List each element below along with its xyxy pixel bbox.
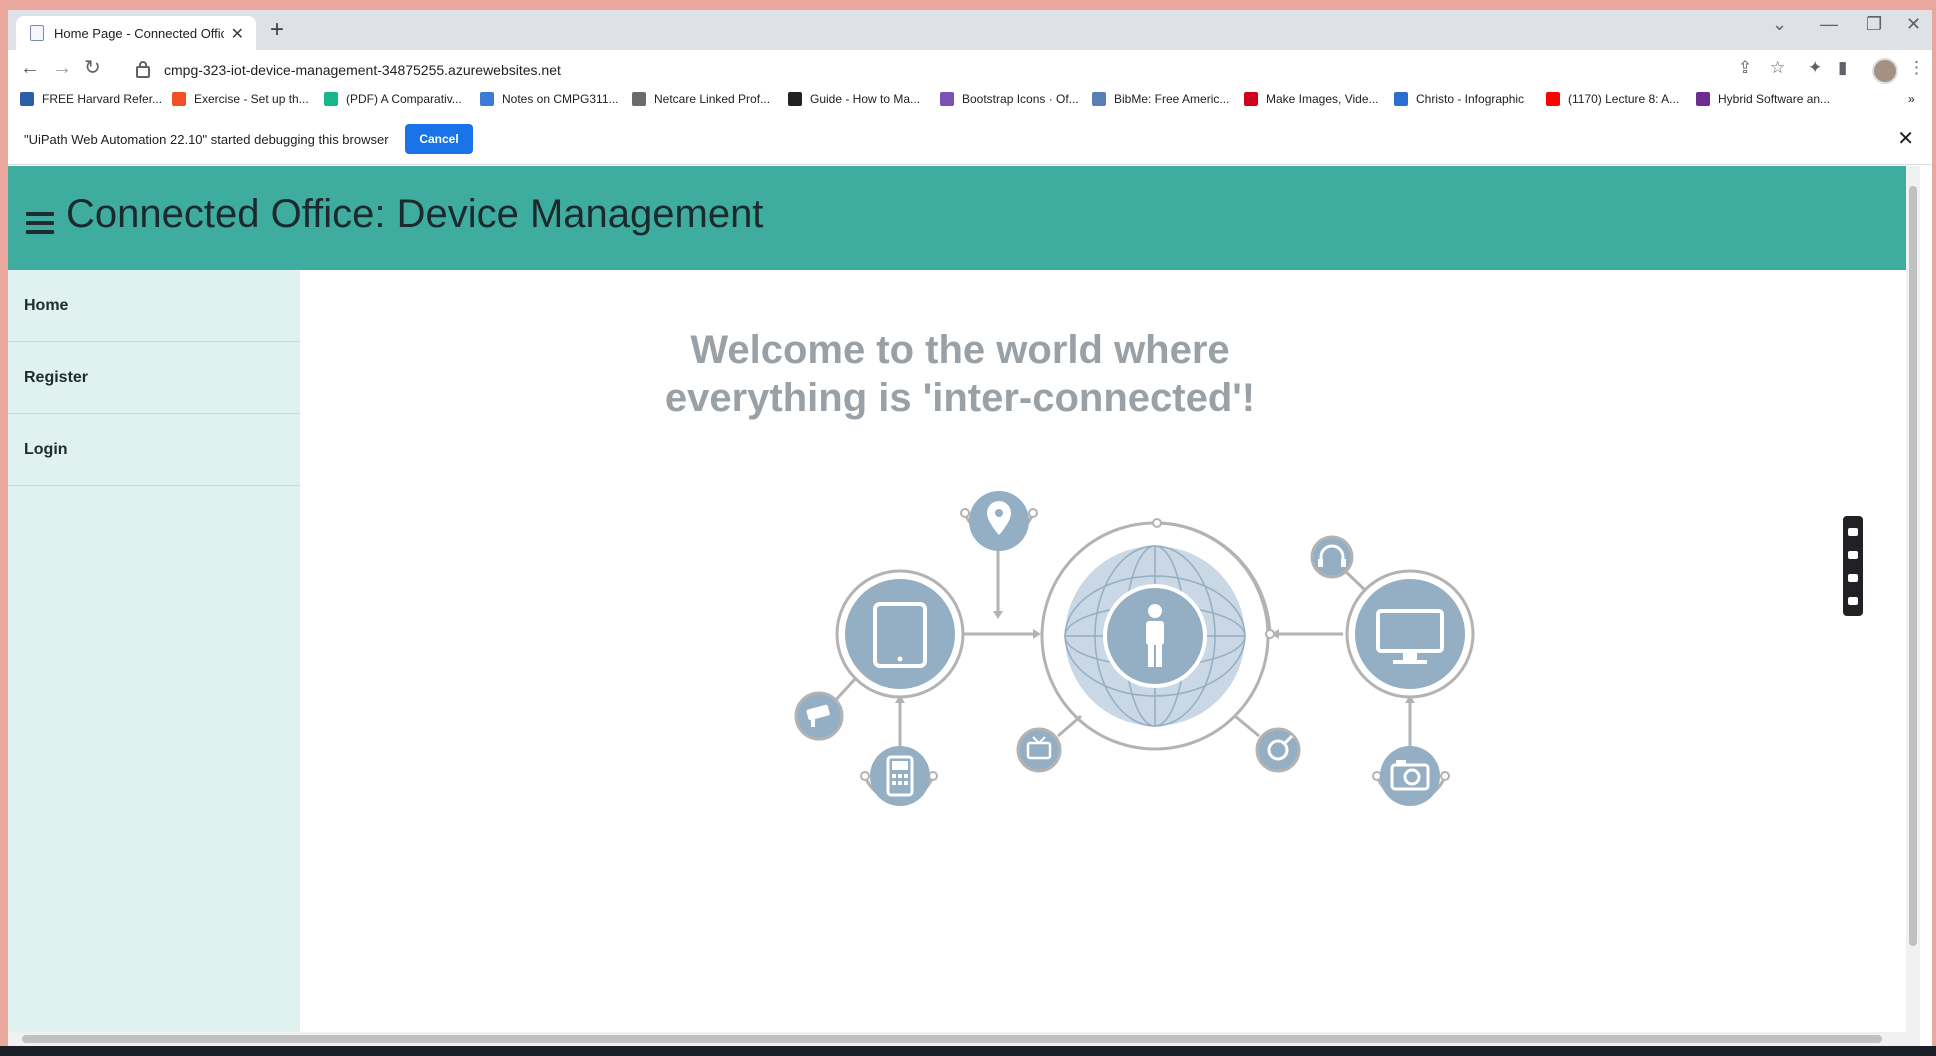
screenshot-icon[interactable] (1848, 527, 1858, 536)
bookmark-favicon-icon (172, 92, 186, 106)
camera-icon (1380, 746, 1440, 806)
bookmark-favicon-icon (1394, 92, 1408, 106)
menu-icon[interactable]: ⋮ (1908, 58, 1925, 78)
sidebar-item-home[interactable]: Home (8, 270, 300, 342)
bookmark-item[interactable]: Bootstrap Icons · Of... (940, 92, 1079, 106)
horizontal-scrollbar[interactable] (8, 1032, 1906, 1046)
tab-strip: Home Page - Connected Office: Device Man… (8, 10, 1932, 50)
bookmark-label: Bootstrap Icons · Of... (962, 92, 1079, 106)
bookmark-favicon-icon (324, 92, 338, 106)
headphones-icon (1310, 535, 1354, 579)
reload-icon[interactable]: ↻ (84, 57, 101, 79)
infobar-message: "UiPath Web Automation 22.10" started de… (24, 132, 389, 147)
bookmarks-bar: FREE Harvard Refer... Exercise - Set up t… (8, 90, 1932, 114)
restore-icon[interactable]: ❐ (1866, 14, 1882, 35)
bookmark-item[interactable]: Notes on CMPG311... (480, 92, 619, 106)
url-text[interactable]: cmpg-323-iot-device-management-34875255.… (164, 62, 561, 78)
bookmark-label: (1170) Lecture 8: A... (1568, 92, 1680, 106)
settings-icon[interactable] (1848, 596, 1858, 605)
bookmark-favicon-icon (632, 92, 646, 106)
sidebar: Home Register Login (8, 270, 300, 1046)
tv-icon (1016, 727, 1062, 773)
close-tab-icon[interactable]: ✕ (231, 24, 244, 44)
browser-window: Home Page - Connected Office: Device Man… (8, 10, 1932, 1056)
forward-icon[interactable]: → (52, 57, 72, 79)
browser-tab[interactable]: Home Page - Connected Office: Device Man… (16, 16, 256, 50)
close-window-icon[interactable]: ✕ (1906, 14, 1921, 35)
bookmark-item[interactable]: FREE Harvard Refer... (20, 92, 162, 106)
bookmark-label: Christo - Infographic (1416, 92, 1525, 106)
bookmark-favicon-icon (20, 92, 34, 106)
bookmark-favicon-icon (1696, 92, 1710, 106)
bookmark-item[interactable]: (PDF) A Comparativ... (324, 92, 462, 106)
bookmark-label: Make Images, Vide... (1266, 92, 1379, 106)
tab-title: Home Page - Connected Office: Device Man… (54, 25, 224, 41)
share-icon[interactable]: ⇪ (1738, 58, 1752, 78)
vertical-scrollbar[interactable] (1906, 166, 1920, 1046)
bookmark-favicon-icon (480, 92, 494, 106)
new-tab-button[interactable]: + (270, 16, 284, 44)
phone-icon (870, 746, 930, 806)
bookmark-label: (PDF) A Comparativ... (346, 92, 462, 106)
sidebar-item-login[interactable]: Login (8, 414, 300, 486)
side-panel-icon[interactable]: ▮ (1838, 58, 1847, 78)
bookmark-label: FREE Harvard Refer... (42, 92, 163, 106)
satellite-icon (1255, 727, 1301, 773)
welcome-heading: Welcome to the world where everything is… (300, 326, 1620, 422)
lock-icon (136, 61, 150, 78)
recording-toolbar[interactable] (1843, 516, 1863, 616)
bookmark-item[interactable]: Make Images, Vide... (1244, 92, 1379, 106)
back-icon[interactable]: ← (20, 57, 40, 79)
welcome-line-2: everything is 'inter-connected'! (664, 376, 1256, 420)
hamburger-menu-icon[interactable] (26, 212, 54, 239)
bookmark-item[interactable]: Guide - How to Ma... (788, 92, 920, 106)
bookmark-favicon-icon (1244, 92, 1258, 106)
debug-infobar: "UiPath Web Automation 22.10" started de… (8, 114, 1932, 165)
bookmark-favicon-icon (1546, 92, 1560, 106)
bookmark-favicon-icon (940, 92, 954, 106)
bookmark-star-icon[interactable]: ☆ (1770, 58, 1785, 78)
tab-search-icon[interactable]: ⌄ (1772, 14, 1787, 35)
location-pin-icon (969, 491, 1029, 551)
address-bar[interactable]: cmpg-323-iot-device-management-34875255.… (118, 54, 1778, 86)
page-icon (30, 25, 44, 41)
bookmark-item[interactable]: Netcare Linked Prof... (632, 92, 770, 106)
welcome-line-1: Welcome to the world where (690, 328, 1230, 372)
close-infobar-icon[interactable]: ✕ (1897, 126, 1914, 151)
bookmark-item[interactable]: Christo - Infographic (1394, 92, 1524, 106)
bookmark-favicon-icon (1092, 92, 1106, 106)
taskbar (0, 1046, 1936, 1056)
iot-infographic (794, 491, 1475, 806)
monitor-icon (1355, 579, 1465, 689)
extensions-icon[interactable]: ✦ (1808, 58, 1822, 78)
page-viewport: Connected Office: Device Management Home… (8, 166, 1920, 1046)
browser-toolbar: ← → ↻ cmpg-323-iot-device-management-348… (8, 50, 1932, 90)
cancel-button[interactable]: Cancel (405, 124, 473, 154)
bookmark-item[interactable]: (1170) Lecture 8: A... (1546, 92, 1679, 106)
video-icon[interactable] (1848, 550, 1858, 559)
window-icon[interactable] (1848, 573, 1858, 582)
sidebar-item-register[interactable]: Register (8, 342, 300, 414)
security-camera-icon (794, 691, 844, 741)
bookmark-label: BibMe: Free Americ... (1114, 92, 1230, 106)
bookmark-label: Hybrid Software an... (1718, 92, 1831, 106)
tablet-icon (845, 579, 955, 689)
minimize-icon[interactable]: — (1820, 14, 1838, 35)
bookmark-label: Guide - How to Ma... (810, 92, 921, 106)
bookmark-label: Exercise - Set up th... (194, 92, 309, 106)
globe-icon (1064, 545, 1246, 727)
bookmark-favicon-icon (788, 92, 802, 106)
app-header: Connected Office: Device Management (8, 166, 1920, 270)
bookmark-label: Netcare Linked Prof... (654, 92, 771, 106)
page-title: Connected Office: Device Management (66, 192, 764, 236)
avatar[interactable] (1872, 58, 1898, 84)
bookmark-item[interactable]: Exercise - Set up th... (172, 92, 309, 106)
bookmark-item[interactable]: Hybrid Software an... (1696, 92, 1830, 106)
more-bookmarks-icon[interactable]: » (1908, 92, 1915, 106)
bookmark-label: Notes on CMPG311... (502, 92, 619, 106)
bookmark-item[interactable]: BibMe: Free Americ... (1092, 92, 1229, 106)
